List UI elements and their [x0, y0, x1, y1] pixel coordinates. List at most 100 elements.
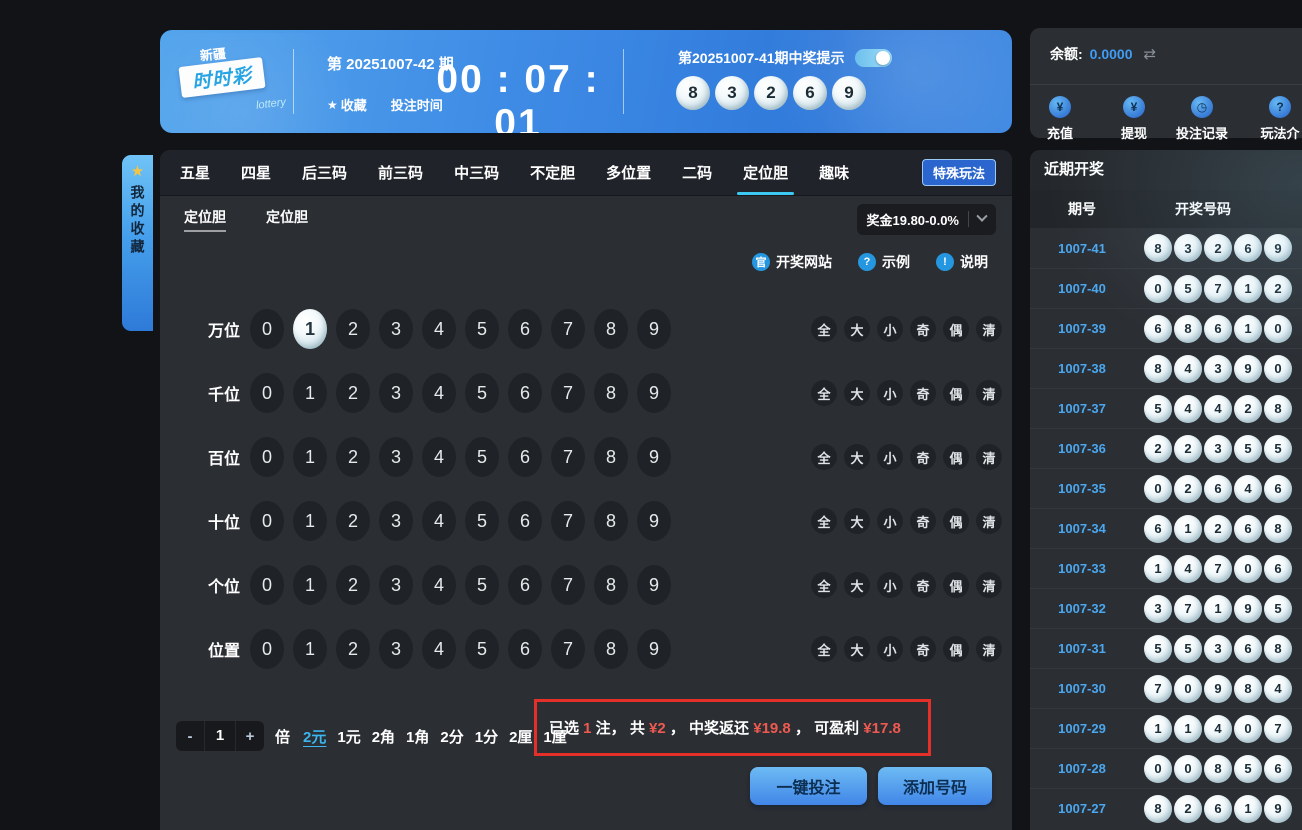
number-ball[interactable]: 4 — [422, 373, 456, 413]
quick-pick-odd[interactable]: 奇 — [910, 572, 936, 598]
number-ball[interactable]: 6 — [508, 565, 542, 605]
number-ball[interactable]: 1 — [293, 629, 327, 669]
number-ball[interactable]: 8 — [594, 565, 628, 605]
quick-pick-big[interactable]: 大 — [844, 572, 870, 598]
help-link-1[interactable]: ?示例 — [858, 252, 910, 272]
main-tab-6[interactable]: 多位置 — [606, 150, 651, 195]
quick-pick-clear[interactable]: 清 — [976, 444, 1002, 470]
quick-pick-small[interactable]: 小 — [877, 636, 903, 662]
number-ball[interactable]: 5 — [465, 437, 499, 477]
one-key-bet-button[interactable]: 一键投注 — [750, 767, 867, 805]
quick-pick-big[interactable]: 大 — [844, 316, 870, 342]
period-link[interactable]: 1007-35 — [1030, 481, 1134, 496]
account-action-1[interactable]: ¥提现 — [1114, 96, 1154, 142]
number-ball[interactable]: 6 — [508, 501, 542, 541]
period-link[interactable]: 1007-41 — [1030, 241, 1134, 256]
prize-selector[interactable]: 奖金19.80-0.0% — [857, 204, 997, 235]
number-ball[interactable]: 3 — [379, 565, 413, 605]
number-ball[interactable]: 7 — [551, 501, 585, 541]
unit-option-4[interactable]: 2分 — [440, 726, 463, 747]
number-ball[interactable]: 5 — [465, 373, 499, 413]
period-link[interactable]: 1007-34 — [1030, 521, 1134, 536]
number-ball[interactable]: 3 — [379, 501, 413, 541]
number-ball[interactable]: 7 — [551, 629, 585, 669]
number-ball[interactable]: 4 — [422, 437, 456, 477]
quick-pick-small[interactable]: 小 — [877, 444, 903, 470]
period-link[interactable]: 1007-37 — [1030, 401, 1134, 416]
quick-pick-all[interactable]: 全 — [811, 508, 837, 534]
number-ball[interactable]: 3 — [379, 373, 413, 413]
account-action-0[interactable]: ¥充值 — [1040, 96, 1080, 142]
number-ball[interactable]: 8 — [594, 309, 628, 349]
quick-pick-all[interactable]: 全 — [811, 444, 837, 470]
number-ball[interactable]: 7 — [551, 437, 585, 477]
period-link[interactable]: 1007-36 — [1030, 441, 1134, 456]
number-ball[interactable]: 2 — [336, 437, 370, 477]
number-ball[interactable]: 6 — [508, 309, 542, 349]
quick-pick-clear[interactable]: 清 — [976, 508, 1002, 534]
period-link[interactable]: 1007-38 — [1030, 361, 1134, 376]
number-ball[interactable]: 7 — [551, 373, 585, 413]
quick-pick-odd[interactable]: 奇 — [910, 444, 936, 470]
number-ball[interactable]: 5 — [465, 501, 499, 541]
refresh-icon[interactable]: ⇄ — [1144, 45, 1157, 63]
quick-pick-even[interactable]: 偶 — [943, 636, 969, 662]
number-ball[interactable]: 2 — [336, 501, 370, 541]
number-ball[interactable]: 5 — [465, 565, 499, 605]
period-link[interactable]: 1007-29 — [1030, 721, 1134, 736]
win-tip-toggle[interactable] — [855, 49, 892, 67]
quick-pick-all[interactable]: 全 — [811, 636, 837, 662]
number-ball[interactable]: 0 — [250, 501, 284, 541]
number-ball[interactable]: 8 — [594, 437, 628, 477]
stepper-plus-button[interactable]: + — [236, 728, 264, 745]
number-ball[interactable]: 1 — [293, 373, 327, 413]
unit-option-2[interactable]: 2角 — [372, 726, 395, 747]
number-ball[interactable]: 0 — [250, 373, 284, 413]
number-ball[interactable]: 2 — [336, 565, 370, 605]
number-ball[interactable]: 2 — [336, 629, 370, 669]
number-ball[interactable]: 9 — [637, 437, 671, 477]
quick-pick-odd[interactable]: 奇 — [910, 508, 936, 534]
number-ball[interactable]: 8 — [594, 501, 628, 541]
period-link[interactable]: 1007-28 — [1030, 761, 1134, 776]
main-tab-4[interactable]: 中三码 — [454, 150, 499, 195]
period-link[interactable]: 1007-33 — [1030, 561, 1134, 576]
quick-pick-all[interactable]: 全 — [811, 572, 837, 598]
quick-pick-all[interactable]: 全 — [811, 316, 837, 342]
number-ball[interactable]: 0 — [250, 629, 284, 669]
number-ball[interactable]: 9 — [637, 309, 671, 349]
unit-option-0[interactable]: 2元 — [303, 726, 326, 747]
quick-pick-small[interactable]: 小 — [877, 380, 903, 406]
quick-pick-even[interactable]: 偶 — [943, 380, 969, 406]
number-ball[interactable]: 1 — [293, 309, 327, 349]
period-link[interactable]: 1007-40 — [1030, 281, 1134, 296]
number-ball[interactable]: 0 — [250, 565, 284, 605]
quick-pick-even[interactable]: 偶 — [943, 572, 969, 598]
quick-pick-clear[interactable]: 清 — [976, 380, 1002, 406]
number-ball[interactable]: 6 — [508, 437, 542, 477]
account-action-3[interactable]: ?玩法介 — [1249, 96, 1302, 142]
special-play-button[interactable]: 特殊玩法 — [922, 159, 996, 186]
number-ball[interactable]: 2 — [336, 309, 370, 349]
quick-pick-odd[interactable]: 奇 — [910, 380, 936, 406]
main-tab-1[interactable]: 四星 — [241, 150, 271, 195]
number-ball[interactable]: 7 — [551, 565, 585, 605]
number-ball[interactable]: 8 — [594, 629, 628, 669]
quick-pick-clear[interactable]: 清 — [976, 636, 1002, 662]
quick-pick-all[interactable]: 全 — [811, 380, 837, 406]
quick-pick-even[interactable]: 偶 — [943, 508, 969, 534]
main-tab-9[interactable]: 趣味 — [819, 150, 849, 195]
quick-pick-small[interactable]: 小 — [877, 316, 903, 342]
add-number-button[interactable]: 添加号码 — [878, 767, 992, 805]
number-ball[interactable]: 5 — [465, 309, 499, 349]
number-ball[interactable]: 4 — [422, 309, 456, 349]
number-ball[interactable]: 4 — [422, 565, 456, 605]
main-tab-0[interactable]: 五星 — [180, 150, 210, 195]
quick-pick-clear[interactable]: 清 — [976, 316, 1002, 342]
help-link-0[interactable]: 官开奖网站 — [752, 252, 832, 272]
stepper-minus-button[interactable]: - — [176, 728, 204, 745]
quick-pick-big[interactable]: 大 — [844, 508, 870, 534]
number-ball[interactable]: 1 — [293, 565, 327, 605]
number-ball[interactable]: 1 — [293, 501, 327, 541]
period-link[interactable]: 1007-30 — [1030, 681, 1134, 696]
